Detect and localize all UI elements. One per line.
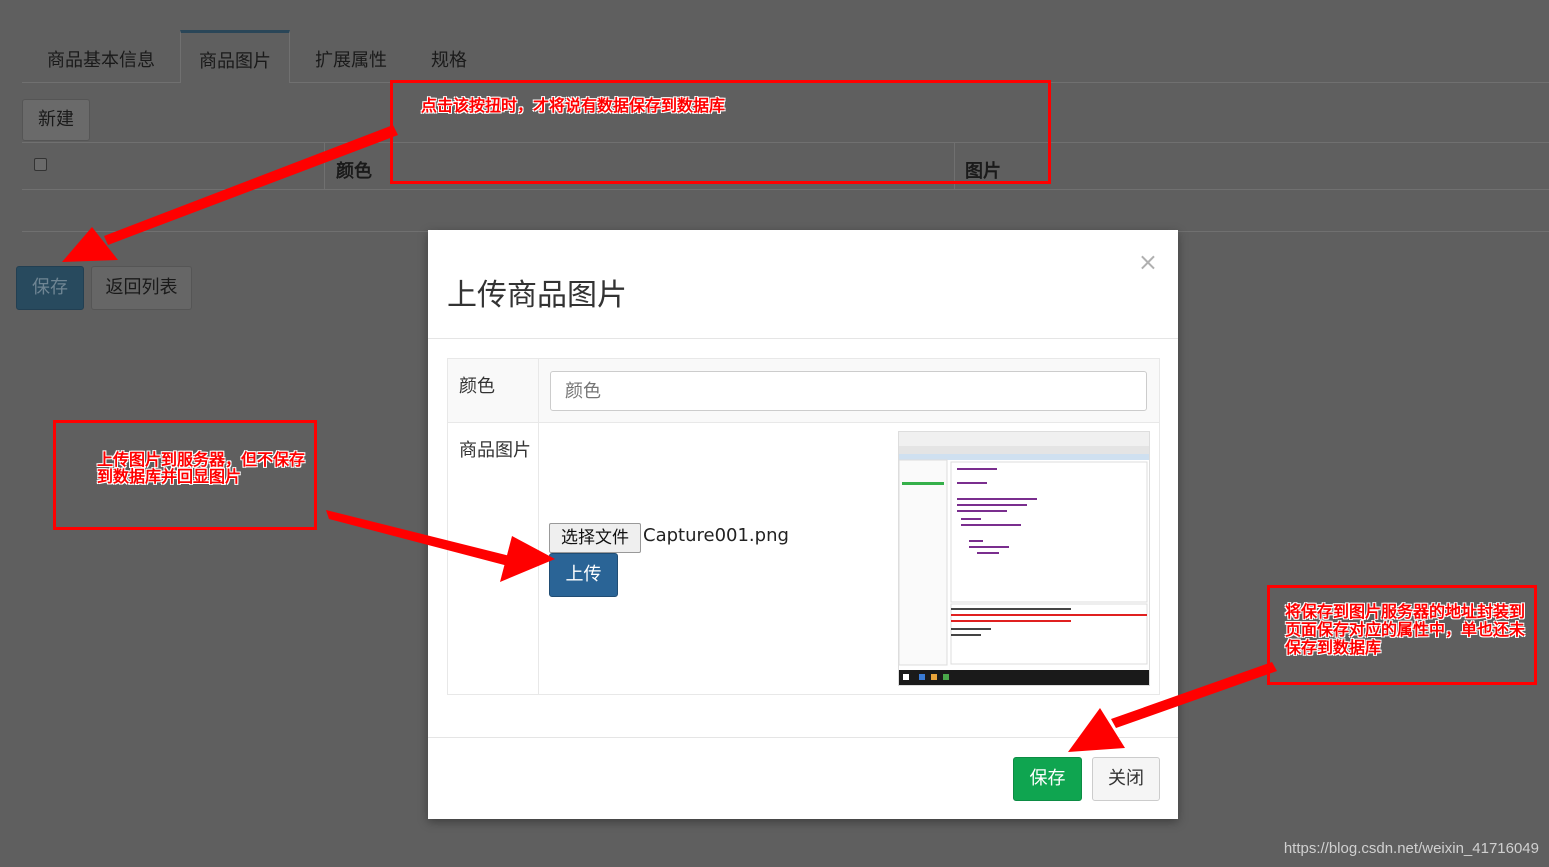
arrow-to-modal-save bbox=[1068, 662, 1277, 752]
watermark: https://blog.csdn.net/weixin_41716049 bbox=[1283, 840, 1539, 857]
annotation-arrows bbox=[62, 125, 1277, 752]
arrow-to-upload bbox=[326, 510, 555, 582]
arrow-to-page-save bbox=[62, 125, 398, 262]
